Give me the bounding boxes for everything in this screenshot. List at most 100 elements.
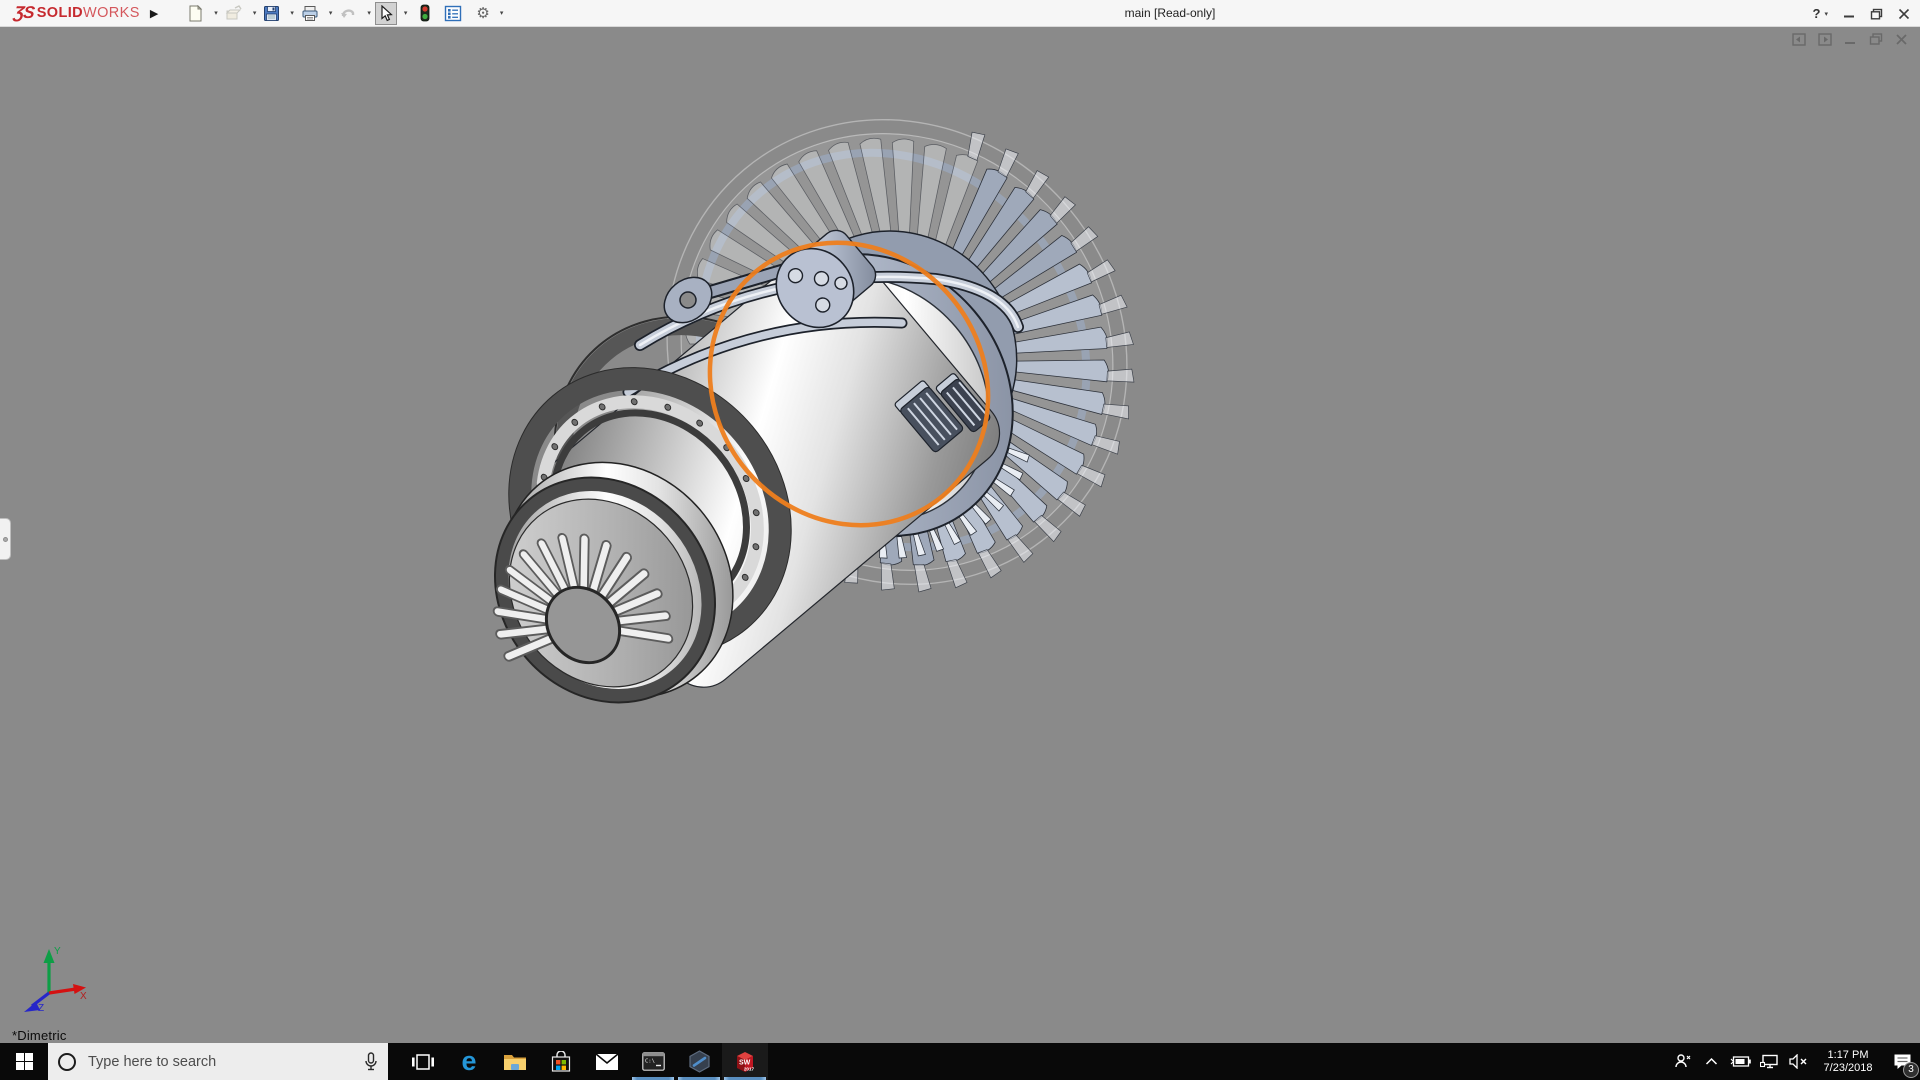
save-dropdown-icon[interactable]: ▾	[290, 9, 294, 17]
close-icon	[1898, 8, 1910, 20]
volume-button[interactable]	[1787, 1054, 1809, 1069]
properties-button[interactable]	[441, 2, 465, 25]
svg-text:C:\: C:\	[645, 1059, 655, 1065]
print-button[interactable]	[298, 2, 322, 25]
file-explorer-icon	[503, 1052, 527, 1071]
solidworks-app-icon: SW 2017	[733, 1050, 757, 1074]
clock-date: 7/23/2018	[1816, 1062, 1880, 1075]
titlebar: ƷS SOLIDWORKS ▶ ▾ ▾	[0, 0, 1920, 27]
network-icon	[1760, 1054, 1779, 1069]
mail-icon	[595, 1053, 619, 1071]
open-dropdown-icon[interactable]: ▾	[253, 9, 257, 17]
mail-button[interactable]	[584, 1043, 630, 1080]
volume-muted-icon	[1789, 1054, 1808, 1069]
edge-icon: e	[461, 1048, 476, 1075]
undo-button[interactable]	[336, 2, 360, 24]
svg-text:SW: SW	[739, 1059, 751, 1066]
people-button[interactable]	[1671, 1053, 1693, 1070]
windows-logo-icon	[16, 1053, 33, 1070]
hidden-icons-button[interactable]	[1700, 1057, 1722, 1066]
solidworks-logo-mark: ƷS	[13, 3, 36, 23]
select-button[interactable]	[375, 2, 397, 25]
task-view-icon	[412, 1053, 434, 1071]
z-axis-label: Z	[38, 1003, 44, 1013]
y-axis-arrow	[44, 949, 55, 963]
restore-icon	[1870, 8, 1883, 20]
print-icon	[301, 5, 319, 22]
minimize-icon	[1843, 8, 1855, 20]
engine-model	[0, 27, 1920, 1043]
flyout-tab-dot	[3, 537, 8, 542]
main-toolbar: ▾ ▾ ▾	[184, 1, 503, 25]
network-button[interactable]	[1758, 1054, 1780, 1069]
view-orientation-label: *Dimetric	[12, 1028, 67, 1043]
battery-button[interactable]	[1729, 1055, 1751, 1068]
undo-dropdown-icon[interactable]: ▾	[367, 9, 371, 17]
child-close-icon[interactable]	[1895, 33, 1908, 46]
solidworks-taskbar-button[interactable]: SW 2017	[722, 1043, 768, 1080]
window-controls: ? ▾	[1813, 0, 1910, 27]
microsoft-store-button[interactable]	[538, 1043, 584, 1080]
cortana-icon	[58, 1053, 76, 1071]
open-button[interactable]	[222, 2, 246, 25]
help-dropdown-icon[interactable]: ▾	[1824, 10, 1828, 18]
start-button[interactable]	[0, 1043, 48, 1080]
restore-button[interactable]	[1870, 8, 1883, 20]
pane-left-icon[interactable]	[1792, 33, 1806, 46]
new-document-button[interactable]	[184, 2, 207, 25]
people-icon	[1674, 1053, 1691, 1070]
y-axis-label: Y	[54, 946, 61, 957]
viewport-window-controls	[1792, 33, 1908, 46]
pane-right-icon[interactable]	[1818, 33, 1832, 46]
edrawings-button[interactable]	[676, 1043, 722, 1080]
store-icon	[551, 1051, 571, 1073]
select-dropdown-icon[interactable]: ▾	[404, 9, 408, 17]
edrawings-hexagon-icon	[688, 1050, 711, 1073]
help-button[interactable]: ?	[1813, 6, 1821, 21]
print-dropdown-icon[interactable]: ▾	[329, 9, 333, 17]
action-center-button[interactable]: 3	[1887, 1047, 1917, 1077]
close-button[interactable]	[1898, 8, 1910, 20]
select-cursor-icon	[378, 5, 394, 22]
edge-button[interactable]: e	[446, 1043, 492, 1080]
options-button[interactable]: ⚙	[473, 3, 492, 24]
battery-icon	[1730, 1055, 1751, 1068]
command-prompt-button[interactable]: C:\	[630, 1043, 676, 1080]
svg-text:2017: 2017	[744, 1066, 755, 1071]
gear-icon: ⚙	[476, 6, 489, 21]
notification-badge: 3	[1903, 1062, 1919, 1078]
properties-list-icon	[444, 5, 462, 22]
new-dropdown-icon[interactable]: ▾	[214, 9, 218, 17]
traffic-light-icon	[420, 4, 430, 22]
x-axis-label: X	[80, 991, 87, 1002]
panel-flyout-tab[interactable]	[0, 518, 11, 560]
system-tray: 1:17 PM 7/23/2018 3	[1671, 1043, 1920, 1080]
taskbar-clock[interactable]: 1:17 PM 7/23/2018	[1816, 1049, 1880, 1075]
save-button[interactable]	[260, 2, 283, 25]
chevron-up-icon	[1705, 1057, 1718, 1066]
new-document-icon	[187, 5, 204, 22]
search-placeholder: Type here to search	[88, 1054, 216, 1070]
microphone-icon[interactable]	[364, 1052, 378, 1072]
minimize-button[interactable]	[1843, 8, 1855, 20]
rebuild-button[interactable]	[417, 1, 433, 25]
taskbar-search[interactable]: Type here to search	[48, 1043, 388, 1080]
orientation-triad: Y X Z	[16, 941, 90, 1013]
command-prompt-icon: C:\	[642, 1052, 665, 1071]
document-title: main [Read-only]	[1090, 0, 1250, 27]
options-dropdown-icon[interactable]: ▾	[500, 9, 504, 17]
windows-taskbar: Type here to search e	[0, 1043, 1920, 1080]
save-icon	[263, 5, 280, 22]
open-icon	[225, 5, 243, 22]
clock-time: 1:17 PM	[1816, 1049, 1880, 1062]
task-view-button[interactable]	[400, 1043, 446, 1080]
child-restore-icon[interactable]	[1869, 33, 1883, 46]
screen: ƷS SOLIDWORKS ▶ ▾ ▾	[0, 0, 1920, 1080]
file-explorer-button[interactable]	[492, 1043, 538, 1080]
menu-flyout-arrow-icon[interactable]: ▶	[150, 7, 158, 20]
graphics-viewport[interactable]: Y X Z *Dimetric	[0, 27, 1920, 1043]
solidworks-logo: ƷS SOLIDWORKS	[0, 0, 146, 26]
taskbar-apps: e	[400, 1043, 768, 1080]
undo-icon	[339, 5, 357, 21]
child-minimize-icon[interactable]	[1844, 33, 1857, 46]
